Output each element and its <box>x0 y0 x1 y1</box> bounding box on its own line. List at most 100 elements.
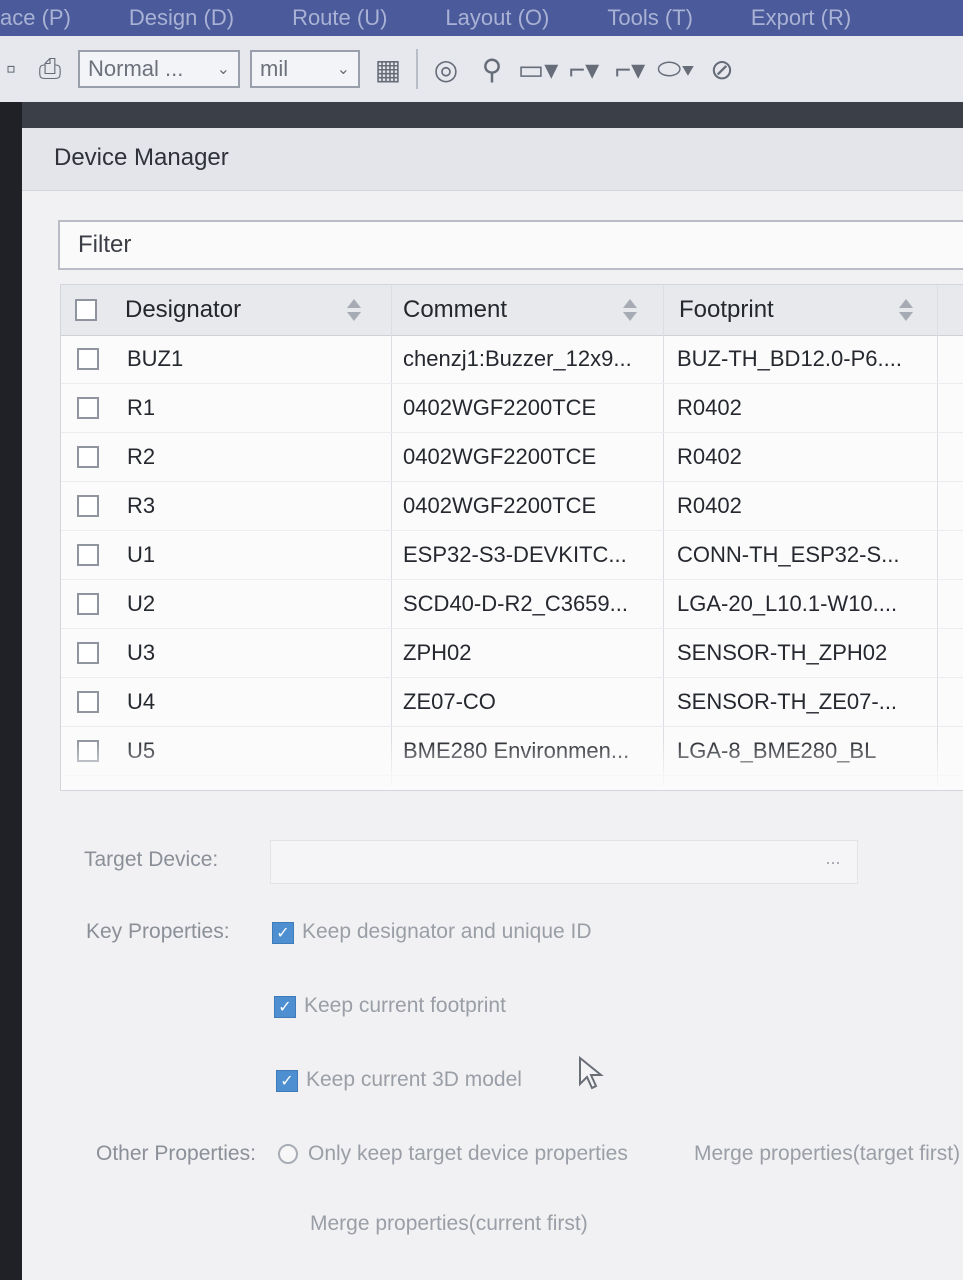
row-checkbox[interactable] <box>77 593 99 615</box>
row-checkbox[interactable] <box>77 642 99 664</box>
row-checkbox[interactable] <box>77 691 99 713</box>
keep-footprint-checkbox[interactable]: ✓ <box>274 996 296 1018</box>
target-icon[interactable]: ◎ <box>428 51 464 87</box>
row-checkbox[interactable] <box>77 348 99 370</box>
table-row[interactable]: BUZ1 chenzj1:Buzzer_12x9... BUZ-TH_BD12.… <box>61 335 963 384</box>
cell-footprint: SENSOR-TH_ZE07-... <box>677 689 898 714</box>
canvas-left-strip <box>0 102 22 1280</box>
sort-designator-icon[interactable] <box>347 299 361 321</box>
toolbar: ▫ ⎙ Normal ... ⌄ mil ⌄ ▦ ◎ ⚲ ▭▾ ⌐▾ ⌐▾ ⬭▾… <box>0 36 963 102</box>
table-row[interactable]: R2 0402WGF2200TCE R0402 <box>61 433 963 482</box>
target-device-input[interactable] <box>270 840 858 884</box>
menu-item-tools[interactable]: Tools (T) <box>607 5 693 31</box>
keep-designator-checkbox[interactable]: ✓ <box>272 922 294 944</box>
style-select-value: Normal ... <box>88 56 184 81</box>
mouse-cursor-icon <box>579 1056 604 1090</box>
dialog-title-bar: Device Manager <box>22 128 963 191</box>
sort-footprint-icon[interactable] <box>899 299 913 321</box>
device-manager-dialog: Device Manager Filter Designator Comment… <box>22 128 963 1280</box>
column-footprint-label: Footprint <box>679 296 774 323</box>
menu-item-export[interactable]: Export (R) <box>751 5 851 31</box>
column-footprint[interactable]: Footprint <box>679 285 774 335</box>
menu-item-design[interactable]: Design (D) <box>129 5 234 31</box>
column-designator[interactable]: Designator <box>125 285 241 335</box>
cell-comment: 0402WGF2200TCE <box>403 493 597 518</box>
cell-footprint: LGA-20_L10.1-W10.... <box>677 591 898 616</box>
cell-designator: R1 <box>127 395 156 420</box>
target-device-label: Target Device: <box>84 848 219 871</box>
cell-designator: R2 <box>127 444 156 469</box>
key-properties-label: Key Properties: <box>86 920 230 943</box>
only-keep-target-radio[interactable] <box>278 1144 298 1164</box>
cell-designator: U2 <box>127 591 156 616</box>
only-keep-target-label: Only keep target device properties <box>308 1142 628 1165</box>
cell-footprint: SENSOR-TH_ZPH02 <box>677 640 888 665</box>
grid-icon[interactable]: ▦ <box>370 51 406 87</box>
poly-rect-icon[interactable]: ⌐▾ <box>612 51 648 87</box>
chevron-down-icon: ⌄ <box>216 61 230 78</box>
cell-comment: ZPH02 <box>403 640 472 665</box>
keep-designator-label: Keep designator and unique ID <box>302 920 592 943</box>
filter-placeholder: Filter <box>78 231 132 258</box>
cell-comment: ESP32-S3-DEVKITC... <box>403 542 627 567</box>
printer-icon[interactable]: ⎙ <box>32 51 68 87</box>
table-row[interactable]: U1 ESP32-S3-DEVKITC... CONN-TH_ESP32-S..… <box>61 531 963 580</box>
no-entry-icon[interactable]: ⊘ <box>704 51 740 87</box>
column-designator-label: Designator <box>125 296 242 323</box>
polyline-icon[interactable]: ⌐▾ <box>566 51 602 87</box>
column-comment-label: Comment <box>403 296 508 323</box>
rect-icon[interactable]: ▭▾ <box>518 51 559 87</box>
target-device-browse-button[interactable]: ... <box>812 848 854 876</box>
cell-footprint: R0402 <box>677 493 742 518</box>
layer-icon[interactable]: ▫ <box>0 51 22 87</box>
row-checkbox[interactable] <box>77 544 99 566</box>
ellipse-icon[interactable]: ⬭▾ <box>657 51 695 87</box>
table-row[interactable]: R3 0402WGF2200TCE R0402 <box>61 482 963 531</box>
cell-comment: 0402WGF2200TCE <box>403 444 597 469</box>
tab-strip <box>0 102 963 130</box>
keep-3d-model-label: Keep current 3D model <box>306 1068 522 1091</box>
pin-icon[interactable]: ⚲ <box>474 51 510 87</box>
row-checkbox[interactable] <box>77 397 99 419</box>
cell-footprint: BUZ-TH_BD12.0-P6.... <box>677 346 902 371</box>
chevron-down-icon: ⌄ <box>336 61 350 78</box>
unit-select[interactable]: mil ⌄ <box>250 50 360 88</box>
menu-item-route[interactable]: Route (U) <box>292 5 387 31</box>
cell-designator: U1 <box>127 542 156 567</box>
table-header: Designator Comment Footprint <box>61 285 963 336</box>
merge-target-first-option[interactable]: Merge properties(target first) <box>694 1142 960 1166</box>
keep-footprint-label: Keep current footprint <box>304 994 506 1017</box>
cell-comment: chenzj1:Buzzer_12x9... <box>403 346 632 371</box>
row-checkbox[interactable] <box>77 446 99 468</box>
style-select[interactable]: Normal ... ⌄ <box>78 50 240 88</box>
cell-comment: SCD40-D-R2_C3659... <box>403 591 628 616</box>
dialog-title: Device Manager <box>54 144 229 171</box>
toolbar-separator <box>416 49 418 89</box>
cell-designator: U3 <box>127 640 156 665</box>
table-row[interactable]: U4 ZE07-CO SENSOR-TH_ZE07-... <box>61 678 963 727</box>
device-table: Designator Comment Footprint BUZ1 chenzj… <box>60 284 963 791</box>
table-scroll-fade <box>61 740 963 790</box>
menu-bar: ace (P) Design (D) Route (U) Layout (O) … <box>0 0 963 36</box>
cell-designator: BUZ1 <box>127 346 184 371</box>
cell-footprint: R0402 <box>677 395 742 420</box>
keep-3d-model-checkbox[interactable]: ✓ <box>276 1070 298 1092</box>
select-all-checkbox[interactable] <box>75 299 97 321</box>
menu-item-layout[interactable]: Layout (O) <box>445 5 549 31</box>
other-properties-label: Other Properties: <box>96 1142 256 1165</box>
column-comment[interactable]: Comment <box>403 285 507 335</box>
table-row[interactable]: R1 0402WGF2200TCE R0402 <box>61 384 963 433</box>
filter-input[interactable]: Filter <box>58 220 963 270</box>
merge-current-first-option[interactable]: Merge properties(current first) <box>310 1212 588 1236</box>
table-row[interactable]: U3 ZPH02 SENSOR-TH_ZPH02 <box>61 629 963 678</box>
cell-footprint: CONN-TH_ESP32-S... <box>677 542 900 567</box>
cell-designator: R3 <box>127 493 156 518</box>
table-row[interactable]: U2 SCD40-D-R2_C3659... LGA-20_L10.1-W10.… <box>61 580 963 629</box>
cell-comment: 0402WGF2200TCE <box>403 395 597 420</box>
sort-comment-icon[interactable] <box>623 299 637 321</box>
row-checkbox[interactable] <box>77 495 99 517</box>
cell-designator: U4 <box>127 689 156 714</box>
menu-item-place[interactable]: ace (P) <box>0 5 71 31</box>
unit-select-value: mil <box>260 56 289 81</box>
cell-comment: ZE07-CO <box>403 689 496 714</box>
